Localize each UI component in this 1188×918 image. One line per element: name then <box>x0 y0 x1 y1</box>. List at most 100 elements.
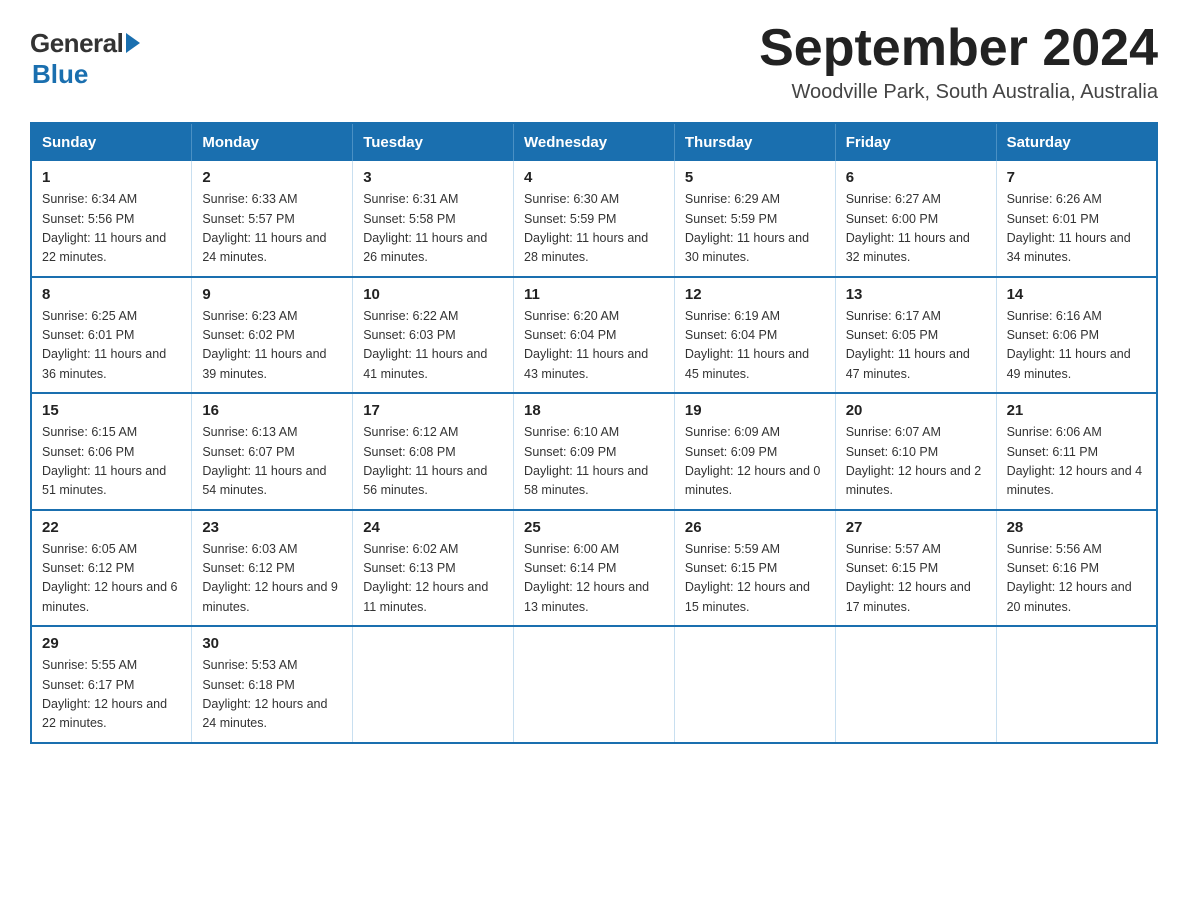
day-number: 19 <box>685 402 825 419</box>
location-subtitle: Woodville Park, South Australia, Austral… <box>759 81 1158 104</box>
logo-general-text: General <box>30 28 123 59</box>
calendar-cell: 20 Sunrise: 6:07 AM Sunset: 6:10 PM Dayl… <box>835 393 996 510</box>
calendar-cell <box>674 626 835 743</box>
calendar-cell: 8 Sunrise: 6:25 AM Sunset: 6:01 PM Dayli… <box>31 277 192 394</box>
day-number: 16 <box>202 402 342 419</box>
day-info: Sunrise: 5:55 AM Sunset: 6:17 PM Dayligh… <box>42 656 181 734</box>
day-info: Sunrise: 6:20 AM Sunset: 6:04 PM Dayligh… <box>524 307 664 385</box>
logo-blue-text: Blue <box>32 59 88 90</box>
day-info: Sunrise: 6:17 AM Sunset: 6:05 PM Dayligh… <box>846 307 986 385</box>
day-info: Sunrise: 6:34 AM Sunset: 5:56 PM Dayligh… <box>42 190 181 268</box>
calendar-week-row: 15 Sunrise: 6:15 AM Sunset: 6:06 PM Dayl… <box>31 393 1157 510</box>
page-header: General Blue September 2024 Woodville Pa… <box>30 20 1158 104</box>
calendar-cell: 12 Sunrise: 6:19 AM Sunset: 6:04 PM Dayl… <box>674 277 835 394</box>
day-info: Sunrise: 6:13 AM Sunset: 6:07 PM Dayligh… <box>202 423 342 501</box>
calendar-week-row: 29 Sunrise: 5:55 AM Sunset: 6:17 PM Dayl… <box>31 626 1157 743</box>
logo-triangle-icon <box>126 33 140 53</box>
calendar-cell: 29 Sunrise: 5:55 AM Sunset: 6:17 PM Dayl… <box>31 626 192 743</box>
calendar-cell <box>835 626 996 743</box>
day-number: 12 <box>685 286 825 303</box>
day-info: Sunrise: 6:16 AM Sunset: 6:06 PM Dayligh… <box>1007 307 1146 385</box>
calendar-cell: 13 Sunrise: 6:17 AM Sunset: 6:05 PM Dayl… <box>835 277 996 394</box>
day-info: Sunrise: 6:03 AM Sunset: 6:12 PM Dayligh… <box>202 540 342 618</box>
day-number: 4 <box>524 169 664 186</box>
day-number: 1 <box>42 169 181 186</box>
calendar-cell: 23 Sunrise: 6:03 AM Sunset: 6:12 PM Dayl… <box>192 510 353 627</box>
day-number: 28 <box>1007 519 1146 536</box>
day-number: 29 <box>42 635 181 652</box>
calendar-cell: 5 Sunrise: 6:29 AM Sunset: 5:59 PM Dayli… <box>674 161 835 277</box>
day-number: 23 <box>202 519 342 536</box>
day-number: 27 <box>846 519 986 536</box>
calendar-cell <box>996 626 1157 743</box>
calendar-cell: 25 Sunrise: 6:00 AM Sunset: 6:14 PM Dayl… <box>514 510 675 627</box>
day-info: Sunrise: 6:30 AM Sunset: 5:59 PM Dayligh… <box>524 190 664 268</box>
calendar-cell <box>353 626 514 743</box>
calendar-week-row: 22 Sunrise: 6:05 AM Sunset: 6:12 PM Dayl… <box>31 510 1157 627</box>
header-day-wednesday: Wednesday <box>514 123 675 161</box>
day-number: 25 <box>524 519 664 536</box>
day-number: 22 <box>42 519 181 536</box>
calendar-week-row: 1 Sunrise: 6:34 AM Sunset: 5:56 PM Dayli… <box>31 161 1157 277</box>
day-info: Sunrise: 6:23 AM Sunset: 6:02 PM Dayligh… <box>202 307 342 385</box>
calendar-cell: 4 Sunrise: 6:30 AM Sunset: 5:59 PM Dayli… <box>514 161 675 277</box>
month-title: September 2024 <box>759 20 1158 77</box>
day-number: 21 <box>1007 402 1146 419</box>
day-info: Sunrise: 6:09 AM Sunset: 6:09 PM Dayligh… <box>685 423 825 501</box>
header-day-sunday: Sunday <box>31 123 192 161</box>
day-number: 26 <box>685 519 825 536</box>
calendar-cell: 7 Sunrise: 6:26 AM Sunset: 6:01 PM Dayli… <box>996 161 1157 277</box>
calendar-cell: 6 Sunrise: 6:27 AM Sunset: 6:00 PM Dayli… <box>835 161 996 277</box>
day-info: Sunrise: 6:12 AM Sunset: 6:08 PM Dayligh… <box>363 423 503 501</box>
day-info: Sunrise: 6:22 AM Sunset: 6:03 PM Dayligh… <box>363 307 503 385</box>
day-info: Sunrise: 6:25 AM Sunset: 6:01 PM Dayligh… <box>42 307 181 385</box>
calendar-cell: 22 Sunrise: 6:05 AM Sunset: 6:12 PM Dayl… <box>31 510 192 627</box>
calendar-cell: 3 Sunrise: 6:31 AM Sunset: 5:58 PM Dayli… <box>353 161 514 277</box>
day-info: Sunrise: 6:06 AM Sunset: 6:11 PM Dayligh… <box>1007 423 1146 501</box>
header-day-thursday: Thursday <box>674 123 835 161</box>
calendar-cell: 15 Sunrise: 6:15 AM Sunset: 6:06 PM Dayl… <box>31 393 192 510</box>
calendar-cell: 11 Sunrise: 6:20 AM Sunset: 6:04 PM Dayl… <box>514 277 675 394</box>
day-number: 24 <box>363 519 503 536</box>
calendar-cell: 21 Sunrise: 6:06 AM Sunset: 6:11 PM Dayl… <box>996 393 1157 510</box>
calendar-cell: 18 Sunrise: 6:10 AM Sunset: 6:09 PM Dayl… <box>514 393 675 510</box>
day-info: Sunrise: 5:56 AM Sunset: 6:16 PM Dayligh… <box>1007 540 1146 618</box>
day-info: Sunrise: 5:57 AM Sunset: 6:15 PM Dayligh… <box>846 540 986 618</box>
calendar-cell: 1 Sunrise: 6:34 AM Sunset: 5:56 PM Dayli… <box>31 161 192 277</box>
day-number: 8 <box>42 286 181 303</box>
title-area: September 2024 Woodville Park, South Aus… <box>759 20 1158 104</box>
calendar-cell: 16 Sunrise: 6:13 AM Sunset: 6:07 PM Dayl… <box>192 393 353 510</box>
calendar-cell: 28 Sunrise: 5:56 AM Sunset: 6:16 PM Dayl… <box>996 510 1157 627</box>
calendar-cell: 27 Sunrise: 5:57 AM Sunset: 6:15 PM Dayl… <box>835 510 996 627</box>
day-info: Sunrise: 6:26 AM Sunset: 6:01 PM Dayligh… <box>1007 190 1146 268</box>
calendar-cell: 30 Sunrise: 5:53 AM Sunset: 6:18 PM Dayl… <box>192 626 353 743</box>
day-number: 2 <box>202 169 342 186</box>
header-day-tuesday: Tuesday <box>353 123 514 161</box>
day-info: Sunrise: 6:02 AM Sunset: 6:13 PM Dayligh… <box>363 540 503 618</box>
calendar-cell: 2 Sunrise: 6:33 AM Sunset: 5:57 PM Dayli… <box>192 161 353 277</box>
calendar-cell: 10 Sunrise: 6:22 AM Sunset: 6:03 PM Dayl… <box>353 277 514 394</box>
header-day-friday: Friday <box>835 123 996 161</box>
day-info: Sunrise: 6:00 AM Sunset: 6:14 PM Dayligh… <box>524 540 664 618</box>
day-info: Sunrise: 6:10 AM Sunset: 6:09 PM Dayligh… <box>524 423 664 501</box>
day-info: Sunrise: 6:15 AM Sunset: 6:06 PM Dayligh… <box>42 423 181 501</box>
day-info: Sunrise: 6:33 AM Sunset: 5:57 PM Dayligh… <box>202 190 342 268</box>
day-info: Sunrise: 5:59 AM Sunset: 6:15 PM Dayligh… <box>685 540 825 618</box>
day-number: 6 <box>846 169 986 186</box>
calendar-header-row: SundayMondayTuesdayWednesdayThursdayFrid… <box>31 123 1157 161</box>
calendar-cell <box>514 626 675 743</box>
logo: General Blue <box>30 28 140 90</box>
day-info: Sunrise: 6:31 AM Sunset: 5:58 PM Dayligh… <box>363 190 503 268</box>
day-info: Sunrise: 6:07 AM Sunset: 6:10 PM Dayligh… <box>846 423 986 501</box>
day-info: Sunrise: 6:05 AM Sunset: 6:12 PM Dayligh… <box>42 540 181 618</box>
calendar-cell: 26 Sunrise: 5:59 AM Sunset: 6:15 PM Dayl… <box>674 510 835 627</box>
calendar-cell: 24 Sunrise: 6:02 AM Sunset: 6:13 PM Dayl… <box>353 510 514 627</box>
day-number: 17 <box>363 402 503 419</box>
day-number: 10 <box>363 286 503 303</box>
day-info: Sunrise: 6:19 AM Sunset: 6:04 PM Dayligh… <box>685 307 825 385</box>
calendar-cell: 17 Sunrise: 6:12 AM Sunset: 6:08 PM Dayl… <box>353 393 514 510</box>
day-info: Sunrise: 6:27 AM Sunset: 6:00 PM Dayligh… <box>846 190 986 268</box>
day-number: 11 <box>524 286 664 303</box>
day-number: 18 <box>524 402 664 419</box>
day-number: 13 <box>846 286 986 303</box>
